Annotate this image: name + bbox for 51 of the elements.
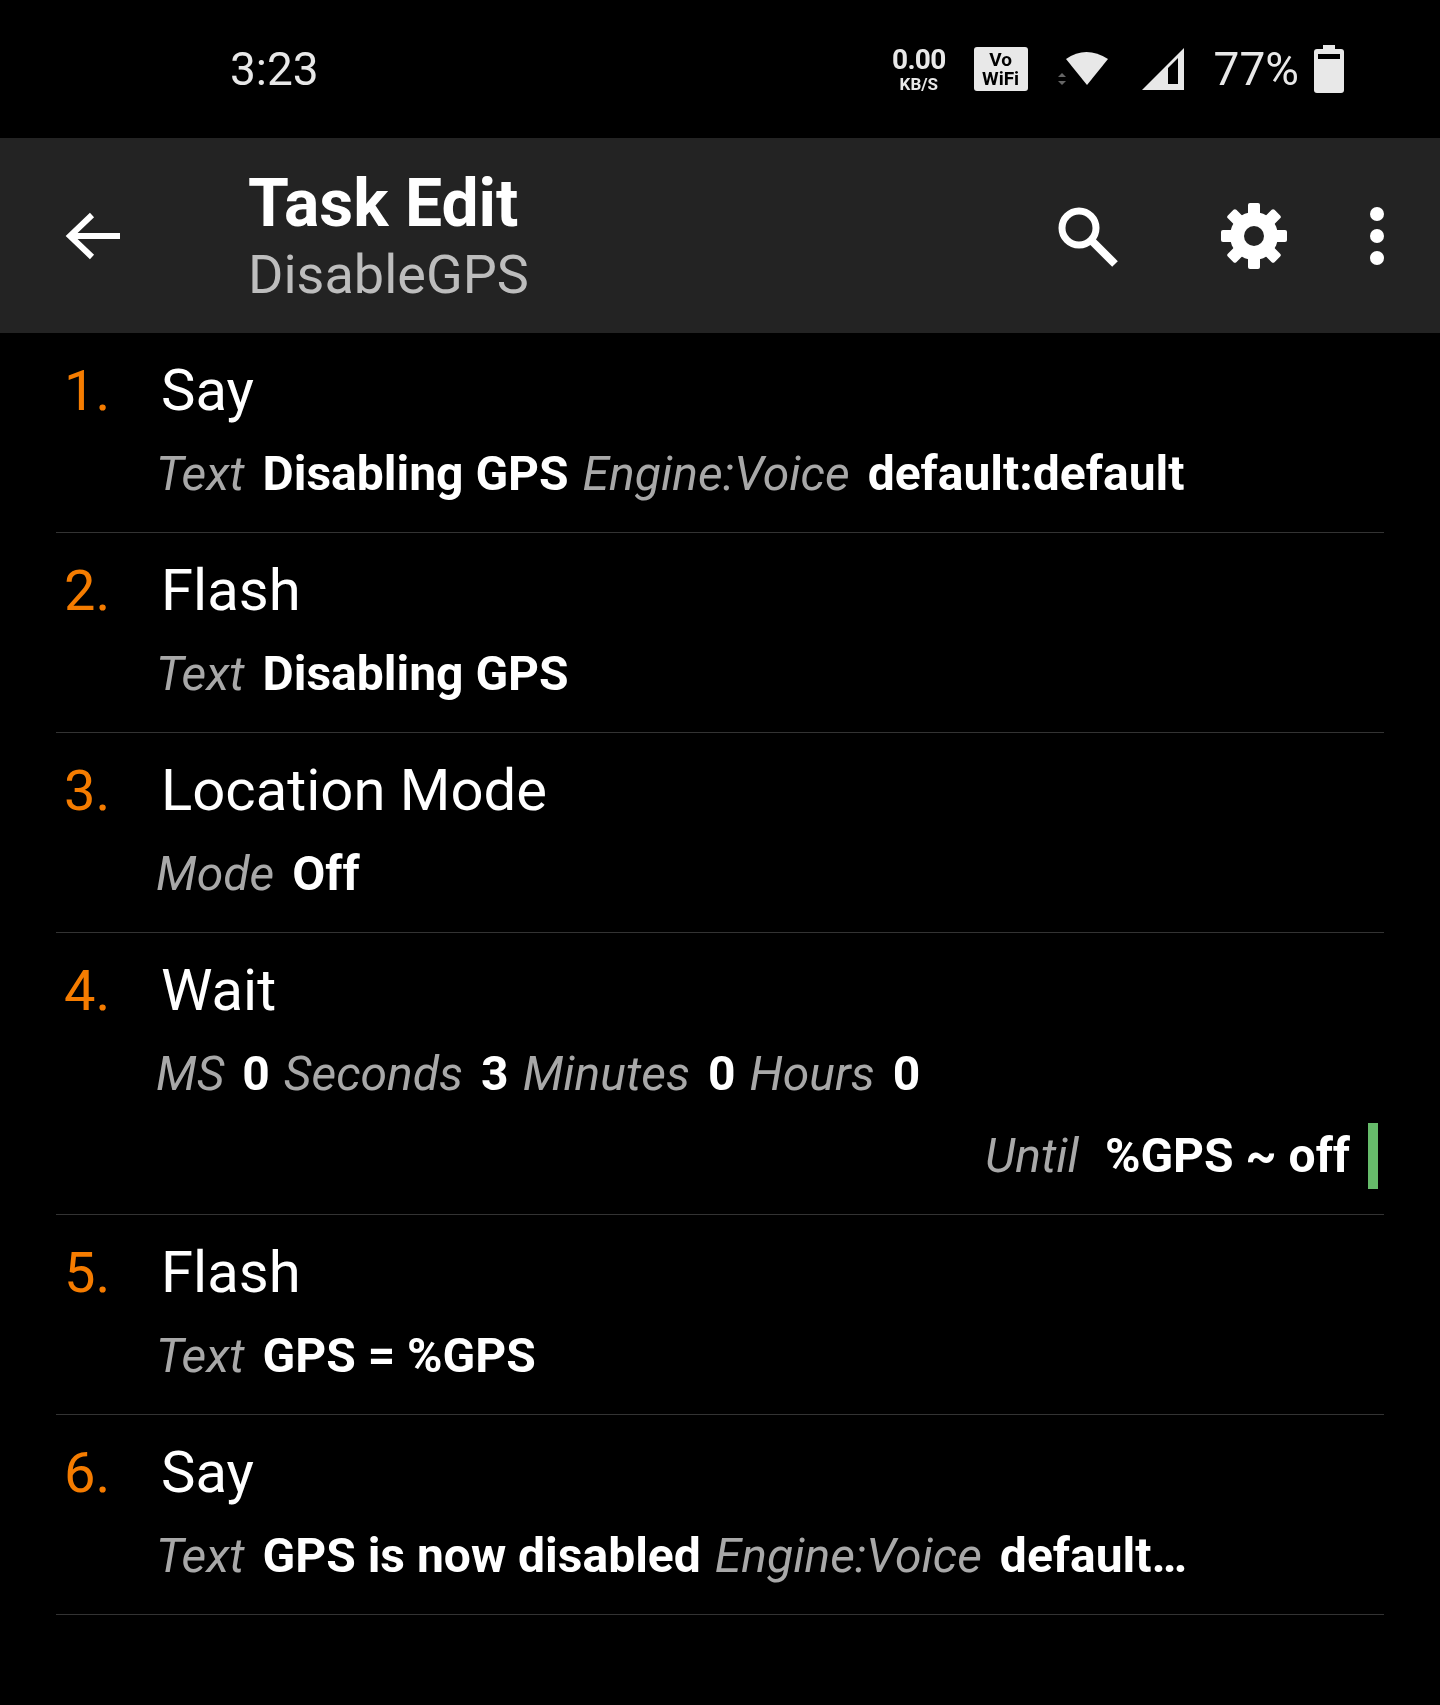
param-label: Text	[156, 1526, 245, 1586]
condition-label: Until	[985, 1126, 1079, 1186]
param-value: GPS is now disabled	[262, 1526, 701, 1586]
param-label: Text	[156, 1326, 245, 1386]
more-options-icon[interactable]	[1369, 205, 1385, 266]
action-name: Flash	[161, 555, 301, 626]
param-label: MS	[156, 1044, 225, 1104]
action-row[interactable]: 4. Wait MS 0 Seconds 3 Minutes 0 Hours 0 Until %GPS ~ off	[56, 933, 1384, 1215]
param-value: GPS = %GPS	[262, 1326, 536, 1386]
battery-percent: 77%	[1213, 40, 1299, 98]
action-number: 1.	[63, 357, 112, 426]
param-value: 0	[892, 1044, 921, 1104]
action-number: 3.	[63, 757, 112, 826]
condition-value: %GPS ~ off	[1104, 1126, 1350, 1186]
action-number: 5.	[63, 1239, 112, 1308]
settings-icon[interactable]	[1219, 200, 1289, 271]
action-row[interactable]: 2. Flash Text Disabling GPS	[56, 533, 1384, 733]
param-label: Text	[156, 444, 245, 504]
param-label: Text	[156, 644, 245, 704]
action-number: 2.	[63, 557, 112, 626]
param-label: Engine:Voice	[714, 1526, 982, 1586]
battery-icon	[1313, 45, 1345, 93]
action-row[interactable]: 5. Flash Text GPS = %GPS	[56, 1215, 1384, 1415]
action-number: 6.	[63, 1439, 112, 1508]
param-value: Disabling GPS	[262, 644, 569, 704]
screen-title: Task Edit	[248, 163, 520, 243]
param-value: default…	[999, 1526, 1188, 1586]
action-number: 4.	[63, 957, 112, 1026]
network-speed-indicator: 0.00 KB/S	[892, 45, 946, 93]
param-label: Minutes	[522, 1044, 690, 1104]
action-name: Say	[161, 355, 254, 426]
action-name: Flash	[161, 1237, 301, 1308]
param-value: 0	[707, 1044, 736, 1104]
action-name: Wait	[161, 955, 277, 1026]
param-value: Disabling GPS	[262, 444, 569, 504]
action-row[interactable]: 6. Say Text GPS is now disabled Engine:Voice default…	[56, 1415, 1384, 1615]
action-row[interactable]: 1. Say Text Disabling GPS Engine:Voice default:default	[56, 333, 1384, 533]
param-value: 0	[242, 1044, 270, 1104]
param-label: Hours	[749, 1044, 875, 1104]
param-value: 3	[481, 1044, 509, 1104]
task-name: DisableGPS	[248, 242, 529, 308]
param-value: default:default	[867, 444, 1185, 504]
param-label: Mode	[156, 844, 275, 904]
clock-time: 3:23	[230, 40, 319, 98]
action-name: Say	[161, 1437, 254, 1508]
action-row[interactable]: 3. Location Mode Mode Off	[56, 733, 1384, 933]
vowifi-icon: Vo WiFi	[973, 47, 1028, 91]
param-value: Off	[292, 844, 360, 904]
param-label: Seconds	[283, 1044, 464, 1104]
action-name: Location Mode	[161, 755, 547, 826]
param-label: Engine:Voice	[582, 444, 850, 504]
